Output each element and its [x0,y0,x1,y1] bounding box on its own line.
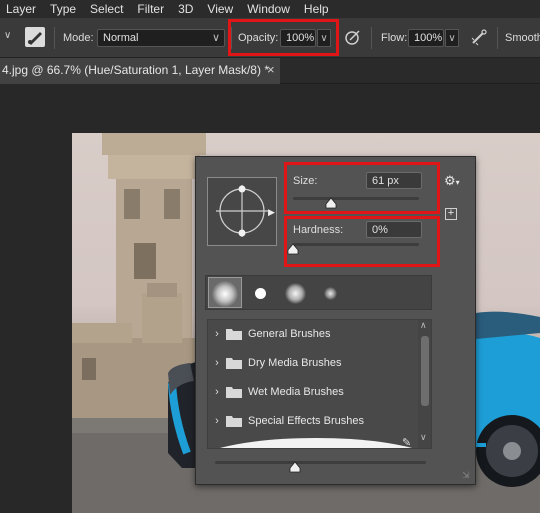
tool-preset-chevron-icon[interactable]: ∨ [4,30,11,41]
resize-grip-icon[interactable]: ⇲ [462,470,470,481]
menu-help[interactable]: Help [297,0,336,18]
brush-tool-icon[interactable] [25,27,45,47]
folder-label: General Brushes [248,327,331,340]
mode-select[interactable]: Normal ∨ [97,29,225,47]
folder-icon [226,328,242,340]
menu-layer[interactable]: Layer [0,0,43,18]
recent-brush-hard-round[interactable] [244,277,278,308]
folder-icon [226,415,242,427]
menu-view[interactable]: View [200,0,240,18]
scrollbar-thumb[interactable] [421,336,429,406]
new-preset-icon[interactable]: + [445,208,457,220]
pressure-opacity-icon[interactable] [344,28,362,49]
size-highlight [284,162,440,214]
document-tab-title: 4.jpg @ 66.7% (Hue/Saturation 1, Layer M… [2,63,269,77]
opacity-highlight [228,19,339,56]
chevron-down-icon: ∨ [211,32,220,44]
recent-brush-soft-small[interactable] [314,277,348,308]
options-bar: ∨ Mode: Normal ∨ Opacity: 100% ∨ Flow: 1… [0,18,540,58]
preview-size-slider-track[interactable] [215,461,426,464]
flow-dropdown-icon[interactable]: ∨ [445,29,459,47]
brush-folder-list: › General Brushes › Dry Media Brushes › … [207,319,432,449]
mode-label: Mode: [63,32,94,44]
preview-arrow-icon: ▶ [268,207,275,217]
menu-bar: Layer Type Select Filter 3D View Window … [0,0,540,18]
folder-label: Special Effects Brushes [248,414,364,427]
folder-label: Wet Media Brushes [248,385,344,398]
flow-value: 100% [414,32,443,44]
menu-type[interactable]: Type [43,0,83,18]
menu-filter[interactable]: Filter [130,0,171,18]
mode-value: Normal [103,32,139,44]
chevron-right-icon[interactable]: › [208,386,226,398]
brush-angle-roundness-icon [216,185,268,237]
smooth-label: Smooth [505,32,540,44]
scroll-down-icon[interactable]: ∨ [420,432,427,443]
folder-row-special-effects[interactable]: › Special Effects Brushes [208,407,407,435]
hardness-highlight [284,216,440,267]
flow-field[interactable]: 100% [408,29,444,47]
folder-row-dry-media[interactable]: › Dry Media Brushes [208,349,407,377]
folder-icon [226,357,242,369]
folder-row-wet-media[interactable]: › Wet Media Brushes [208,378,407,406]
document-tab-bar: 4.jpg @ 66.7% (Hue/Saturation 1, Layer M… [0,58,540,84]
chevron-right-icon[interactable]: › [208,328,226,340]
recent-brush-soft-medium[interactable] [279,277,313,308]
airbrush-icon[interactable] [470,28,488,49]
chevron-right-icon[interactable]: › [208,357,226,369]
close-tab-icon[interactable]: × [267,58,275,82]
recent-brush-soft-large[interactable] [208,277,242,308]
menu-window[interactable]: Window [240,0,297,18]
menu-select[interactable]: Select [83,0,130,18]
gear-icon[interactable]: ⚙▾ [444,173,460,189]
scroll-up-icon[interactable]: ∧ [420,320,427,331]
recent-brushes-strip [205,275,432,310]
folder-label: Dry Media Brushes [248,356,342,369]
menu-3d[interactable]: 3D [171,0,200,18]
folder-list-scrollbar[interactable]: ∧ ∨ [418,320,431,448]
brush-angle-preview[interactable] [207,177,277,246]
chevron-right-icon[interactable]: › [208,415,226,427]
document-tab[interactable]: 4.jpg @ 66.7% (Hue/Saturation 1, Layer M… [0,58,280,84]
folder-icon [226,386,242,398]
brush-preset-picker: ▶ Size: 61 px Hardness: 0% ⚙▾ + › Genera… [195,156,476,485]
brush-stroke-preview [219,438,413,448]
brush-edit-icon[interactable]: ✎ [402,436,411,448]
flow-label: Flow: [381,32,408,44]
folder-row-general[interactable]: › General Brushes [208,320,407,348]
